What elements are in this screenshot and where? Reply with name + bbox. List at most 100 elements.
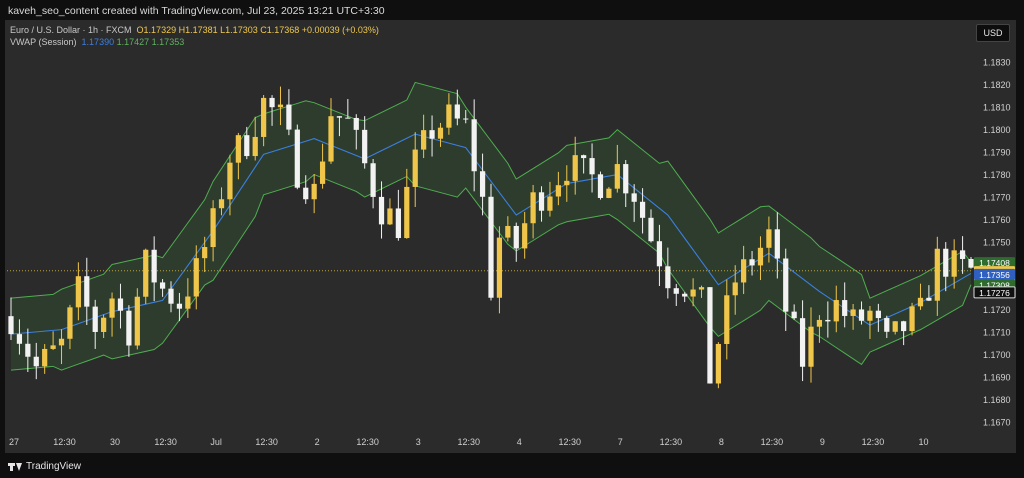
candle [395, 189, 401, 241]
candle [673, 283, 679, 306]
candle-body [555, 185, 561, 197]
candle-body [799, 318, 806, 367]
caption: kaveh_seo_content created with TradingVi… [8, 5, 385, 17]
candle-body [303, 187, 309, 200]
candle-body [589, 158, 595, 175]
candle-body [892, 321, 898, 332]
candle-body [656, 241, 663, 267]
candle-body [58, 338, 65, 346]
candle-body [454, 104, 460, 119]
y-tick-label: 1.1690 [983, 372, 1011, 382]
candle-body [126, 310, 132, 346]
chart-panel[interactable]: Euro / U.S. Dollar · 1h · FXCM O1.17329 … [5, 20, 1016, 453]
candle [143, 248, 149, 305]
candle-body [926, 297, 932, 301]
x-tick-label: 12:30 [154, 437, 177, 447]
x-tick-label: 10 [918, 437, 928, 447]
tradingview-logo-icon [8, 462, 22, 471]
candle-body [614, 164, 620, 189]
candle-body [842, 300, 848, 316]
candle-body [766, 229, 772, 248]
candle-body [202, 247, 208, 259]
candle-body [336, 116, 343, 118]
candle-body [412, 149, 418, 187]
currency-button[interactable]: USD [976, 24, 1010, 42]
candle-body [665, 266, 671, 289]
candle-body [488, 196, 494, 298]
candle-body [16, 334, 23, 344]
candle-body [606, 188, 612, 198]
candle-body [387, 208, 393, 225]
candle [597, 171, 604, 200]
candle-body [471, 119, 477, 172]
x-tick-label: 30 [110, 437, 120, 447]
candlestick-chart[interactable]: 1.1830 1.1820 1.1810 1.1800 1.1790 1.1780 1.17… [5, 20, 1016, 453]
candle-body [463, 118, 469, 120]
candle-body [404, 186, 410, 239]
candle-body [269, 97, 275, 108]
y-tick-label: 1.1680 [983, 395, 1011, 405]
price-axis-labels: 1.174081.1736808:051.173561.173081.17276 [973, 257, 1016, 299]
candle [707, 287, 713, 384]
y-tick-label: 1.1810 [983, 103, 1011, 113]
candle-body [698, 287, 705, 290]
candle-body [774, 229, 780, 259]
candle-body [227, 162, 233, 200]
candle-body [547, 196, 553, 211]
candle-body [631, 193, 637, 202]
tradingview-watermark: TradingView [8, 459, 81, 473]
x-tick-label: 12:30 [559, 437, 582, 447]
candle-body [151, 249, 157, 283]
candle-body [757, 247, 764, 266]
candle [404, 168, 410, 239]
x-tick-label: 4 [517, 437, 522, 447]
candle [783, 248, 789, 331]
candle [294, 124, 300, 190]
x-tick-label: 12:30 [53, 437, 76, 447]
candle-body [235, 135, 241, 163]
candle-body [50, 345, 56, 349]
x-tick-label: 12:30 [761, 437, 784, 447]
candle-body [513, 225, 519, 249]
candle [328, 98, 334, 164]
x-tick-label: 8 [719, 437, 724, 447]
candle-body [959, 250, 966, 259]
y-tick-label: 1.1790 [983, 148, 1011, 158]
candle [370, 159, 376, 209]
candle [496, 226, 503, 314]
candle-body [84, 276, 90, 307]
candle-body [572, 155, 578, 181]
y-tick-label: 1.1820 [983, 80, 1011, 90]
x-tick-label: 12:30 [660, 437, 683, 447]
candle-body [421, 130, 427, 150]
candle-body [185, 296, 191, 309]
candle-body [345, 117, 351, 119]
x-tick-label: 12:30 [255, 437, 278, 447]
candle-body [707, 287, 713, 384]
candle-body [92, 306, 98, 332]
candle [968, 256, 974, 269]
x-tick-label: 7 [618, 437, 623, 447]
candle-body [8, 316, 14, 335]
candle-body [690, 289, 696, 297]
candle-body [218, 199, 225, 209]
candle-body [943, 248, 949, 277]
candle-body [639, 201, 646, 218]
candle-body [277, 104, 284, 108]
candle-body [101, 317, 107, 332]
y-tick-label: 1.1720 [983, 305, 1011, 315]
candle-body [378, 196, 385, 225]
y-tick-label: 1.1760 [983, 215, 1011, 225]
candle-body [951, 250, 957, 277]
candle-body [294, 129, 300, 188]
candle-body [176, 303, 183, 309]
y-tick-label: 1.1700 [983, 350, 1011, 360]
candle-body [42, 348, 48, 367]
candle [134, 288, 140, 350]
candle-body [25, 343, 31, 357]
candle-body [825, 319, 831, 322]
candle-body [724, 295, 730, 344]
candle-body [673, 288, 679, 294]
candle-body [917, 297, 924, 307]
candle-body [286, 104, 292, 130]
